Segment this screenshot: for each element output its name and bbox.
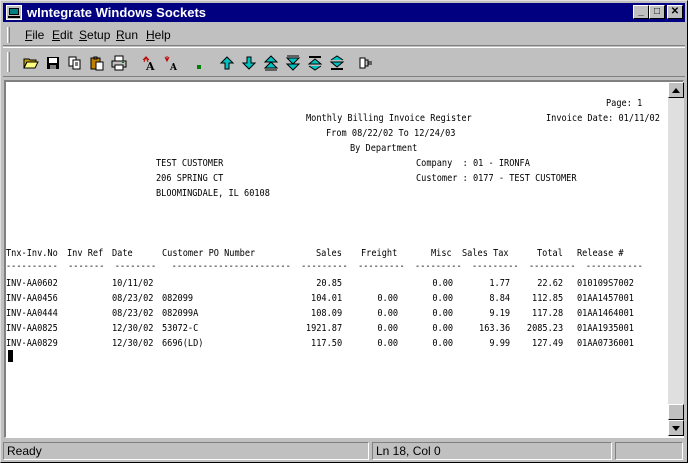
scroll-down-button[interactable]	[668, 420, 684, 436]
minimize-button[interactable]: _	[633, 5, 649, 19]
top-icon[interactable]	[305, 53, 325, 73]
close-button[interactable]: ✕	[667, 5, 683, 19]
page-number: Page: 1	[606, 98, 643, 109]
svg-text:A: A	[169, 63, 178, 71]
paste-icon[interactable]	[87, 53, 107, 73]
address-line-2: BLOOMINGDALE, IL 60108	[156, 188, 270, 199]
connect-icon[interactable]	[355, 53, 375, 73]
font-larger-icon[interactable]: A	[139, 53, 159, 73]
header-rule: ---------- ------- -------- ------------…	[6, 261, 643, 272]
page-up-icon[interactable]	[261, 53, 281, 73]
cell-misc: 0.00	[432, 338, 453, 349]
cell-release: 01AA0736001	[577, 338, 634, 349]
cell-misc: 0.00	[432, 278, 453, 289]
address-line-1: 206 SPRING CT	[156, 173, 224, 184]
cell-sales-tax: 8.84	[489, 293, 510, 304]
cell-date: 08/23/02	[112, 308, 154, 319]
report-subtitle: By Department	[350, 143, 418, 154]
window-title: wIntegrate Windows Sockets	[27, 5, 207, 20]
status-ready: Ready	[3, 442, 369, 460]
cell-freight: 0.00	[377, 308, 398, 319]
cell-sales-tax: 9.19	[489, 308, 510, 319]
text-cursor	[8, 350, 13, 362]
open-icon[interactable]	[21, 53, 41, 73]
cell-date: 10/11/02	[112, 278, 154, 289]
report-title: Monthly Billing Invoice Register	[306, 113, 472, 124]
customer-line: Customer : 0177 - TEST CUSTOMER	[416, 173, 577, 184]
customer-name: TEST CUSTOMER	[156, 158, 224, 169]
arrow-down-icon[interactable]	[239, 53, 259, 73]
cell-total: 127.49	[531, 338, 563, 349]
status-bar: Ready Ln 18, Col 0	[3, 442, 685, 460]
toolbar-grip	[7, 52, 10, 72]
toolbar: A A	[3, 47, 685, 77]
cell-total: 112.85	[531, 293, 563, 304]
menu-edit[interactable]: Edit	[52, 28, 73, 42]
cell-tnx-inv-no: INV-AA0602	[6, 278, 58, 289]
cell-total: 22.62	[537, 278, 563, 289]
cell-release: 01AA1457001	[577, 293, 634, 304]
status-cursor-position: Ln 18, Col 0	[372, 442, 612, 460]
cell-date: 08/23/02	[112, 293, 154, 304]
terminal-view[interactable]: Page: 1 Monthly Billing Invoice Register…	[4, 80, 684, 438]
cell-sales-tax: 9.99	[489, 338, 510, 349]
menu-run[interactable]: Run	[116, 28, 138, 42]
arrow-up-icon[interactable]	[217, 53, 237, 73]
date-range: From 08/22/02 To 12/24/03	[326, 128, 456, 139]
cell-sales: 117.50	[310, 338, 342, 349]
cell-release: 01AA1464001	[577, 308, 634, 319]
cell-sales-tax: 163.36	[478, 323, 510, 334]
cell-sales: 1921.87	[305, 323, 342, 334]
cell-customer-po: 53072-C	[162, 323, 199, 334]
cell-release: 01AA1935001	[577, 323, 634, 334]
cell-misc: 0.00	[432, 308, 453, 319]
cell-date: 12/30/02	[112, 338, 154, 349]
cell-sales: 108.09	[310, 308, 342, 319]
page-down-icon[interactable]	[283, 53, 303, 73]
menu-help[interactable]: Help	[146, 28, 171, 42]
scroll-up-button[interactable]	[668, 82, 684, 98]
menu-grip	[7, 27, 10, 43]
cell-total: 2085.23	[526, 323, 563, 334]
menu-file[interactable]: File	[25, 28, 44, 42]
cell-sales-tax: 1.77	[489, 278, 510, 289]
cell-customer-po: 6696(LD)	[162, 338, 204, 349]
terminal-icon[interactable]	[6, 5, 22, 20]
cell-tnx-inv-no: INV-AA0829	[6, 338, 58, 349]
title-bar[interactable]: wIntegrate Windows Sockets _ □ ✕	[3, 3, 685, 22]
cell-misc: 0.00	[432, 293, 453, 304]
dot-icon[interactable]	[189, 53, 209, 73]
status-extra	[615, 442, 683, 460]
app-window: wIntegrate Windows Sockets _ □ ✕ File Ed…	[0, 0, 688, 463]
cell-total: 117.28	[531, 308, 563, 319]
cell-sales: 104.01	[310, 293, 342, 304]
cell-date: 12/30/02	[112, 323, 154, 334]
menu-setup[interactable]: Setup	[79, 28, 110, 42]
cell-tnx-inv-no: INV-AA0825	[6, 323, 58, 334]
scroll-thumb[interactable]	[668, 404, 684, 420]
font-smaller-icon[interactable]: A	[161, 53, 181, 73]
cell-tnx-inv-no: INV-AA0444	[6, 308, 58, 319]
copy-icon[interactable]	[65, 53, 85, 73]
cell-freight: 0.00	[377, 338, 398, 349]
print-icon[interactable]	[109, 53, 129, 73]
invoice-date: Invoice Date: 01/11/02	[546, 113, 660, 124]
menu-bar: File Edit Setup Run Help	[3, 24, 685, 46]
cell-release: 010109S7002	[577, 278, 634, 289]
cell-sales: 20.85	[316, 278, 342, 289]
cell-freight: 0.00	[377, 293, 398, 304]
save-icon[interactable]	[43, 53, 63, 73]
cell-tnx-inv-no: INV-AA0456	[6, 293, 58, 304]
svg-text:A: A	[145, 60, 155, 71]
company-line: Company : 01 - IRONFA	[416, 158, 530, 169]
report-text: Page: 1 Monthly Billing Invoice Register…	[6, 82, 668, 436]
cell-freight: 0.00	[377, 323, 398, 334]
maximize-button[interactable]: □	[649, 5, 665, 19]
cell-misc: 0.00	[432, 323, 453, 334]
bottom-icon[interactable]	[327, 53, 347, 73]
cell-customer-po: 082099A	[162, 308, 199, 319]
cell-customer-po: 082099	[162, 293, 194, 304]
vertical-scrollbar[interactable]	[668, 82, 684, 436]
